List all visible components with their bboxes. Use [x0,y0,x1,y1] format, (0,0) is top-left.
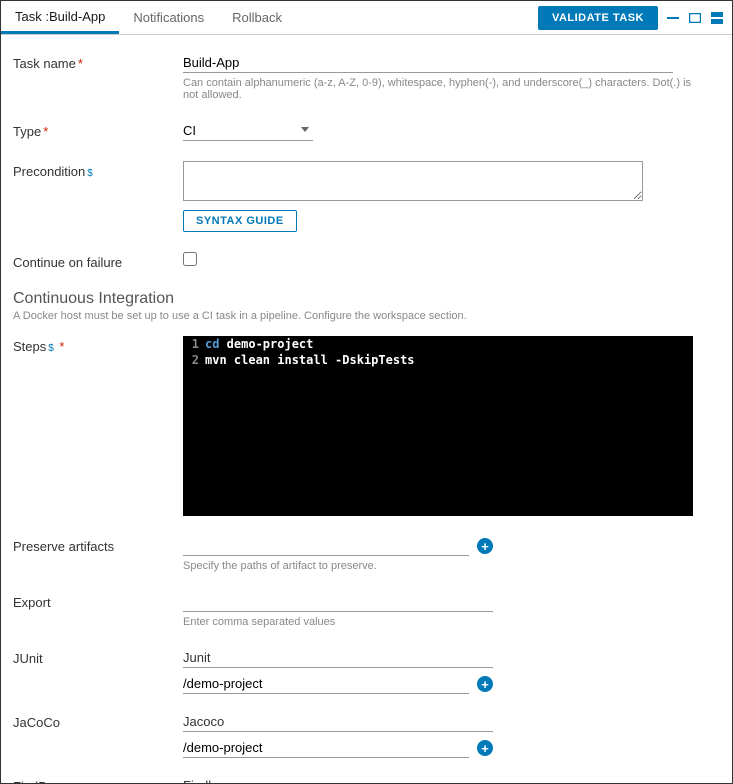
junit-row: JUnit Junit + [13,648,720,694]
line-number: 1 [183,337,205,353]
content: Task name* Can contain alphanumeric (a-z… [1,35,732,783]
variable-link-icon[interactable]: $ [48,343,54,354]
add-artifact-button[interactable]: + [477,538,493,554]
continue-on-failure-label: Continue on failure [13,252,183,270]
type-select[interactable] [183,121,313,141]
continue-on-failure-row: Continue on failure [13,252,720,270]
tabs: Task :Build-App Notifications Rollback [1,1,296,34]
findbugs-name: Findbugs [183,776,493,783]
syntax-guide-button[interactable]: SYNTAX GUIDE [183,210,297,232]
type-row: Type* [13,121,720,141]
junit-label: JUnit [13,648,183,666]
minimize-icon[interactable] [666,12,680,24]
findbugs-label: FindBugs [13,776,183,783]
export-row: Export Enter comma separated values [13,592,720,628]
precondition-input[interactable] [183,161,643,201]
header-actions: VALIDATE TASK [538,6,724,30]
ci-section-title: Continuous Integration [13,290,720,308]
preserve-artifacts-input[interactable] [183,536,469,556]
header: Task :Build-App Notifications Rollback V… [1,1,732,35]
validate-task-button[interactable]: VALIDATE TASK [538,6,658,30]
add-junit-button[interactable]: + [477,676,493,692]
steps-label: Steps$ * [13,336,183,354]
jacoco-name: Jacoco [183,712,493,732]
type-label: Type* [13,121,183,139]
variable-link-icon[interactable]: $ [87,168,93,179]
maximize-icon[interactable] [688,12,702,24]
restore-icon[interactable] [710,12,724,24]
junit-name: Junit [183,648,493,668]
export-placeholder: Enter comma separated values [183,616,493,628]
steps-editor[interactable]: 1 cd demo-project 2 mvn clean install -D… [183,336,693,516]
task-name-input[interactable] [183,53,673,73]
jacoco-path-input[interactable] [183,738,469,758]
task-name-row: Task name* Can contain alphanumeric (a-z… [13,53,720,101]
ci-section-desc: A Docker host must be set up to use a CI… [13,310,720,322]
findbugs-row: FindBugs Findbugs + [13,776,720,783]
required-indicator: * [43,124,48,139]
jacoco-row: JaCoCo Jacoco + [13,712,720,758]
precondition-label: Precondition$ [13,161,183,179]
required-indicator: * [78,56,83,71]
required-indicator: * [56,339,65,354]
preserve-artifacts-label: Preserve artifacts [13,536,183,554]
line-number: 2 [183,353,205,369]
preserve-artifacts-row: Preserve artifacts + Specify the paths o… [13,536,720,572]
steps-row: Steps$ * 1 cd demo-project 2 mvn clean i… [13,336,720,516]
tab-rollback[interactable]: Rollback [218,1,296,34]
tab-task[interactable]: Task :Build-App [1,1,119,34]
jacoco-label: JaCoCo [13,712,183,730]
continue-on-failure-checkbox[interactable] [183,252,197,266]
preserve-artifacts-help: Specify the paths of artifact to preserv… [183,560,693,572]
precondition-row: Precondition$ SYNTAX GUIDE [13,161,720,232]
task-name-help: Can contain alphanumeric (a-z, A-Z, 0-9)… [183,77,693,101]
export-input[interactable] [183,592,493,612]
tab-notifications[interactable]: Notifications [119,1,218,34]
task-name-label: Task name* [13,53,183,71]
export-label: Export [13,592,183,610]
add-jacoco-button[interactable]: + [477,740,493,756]
junit-path-input[interactable] [183,674,469,694]
